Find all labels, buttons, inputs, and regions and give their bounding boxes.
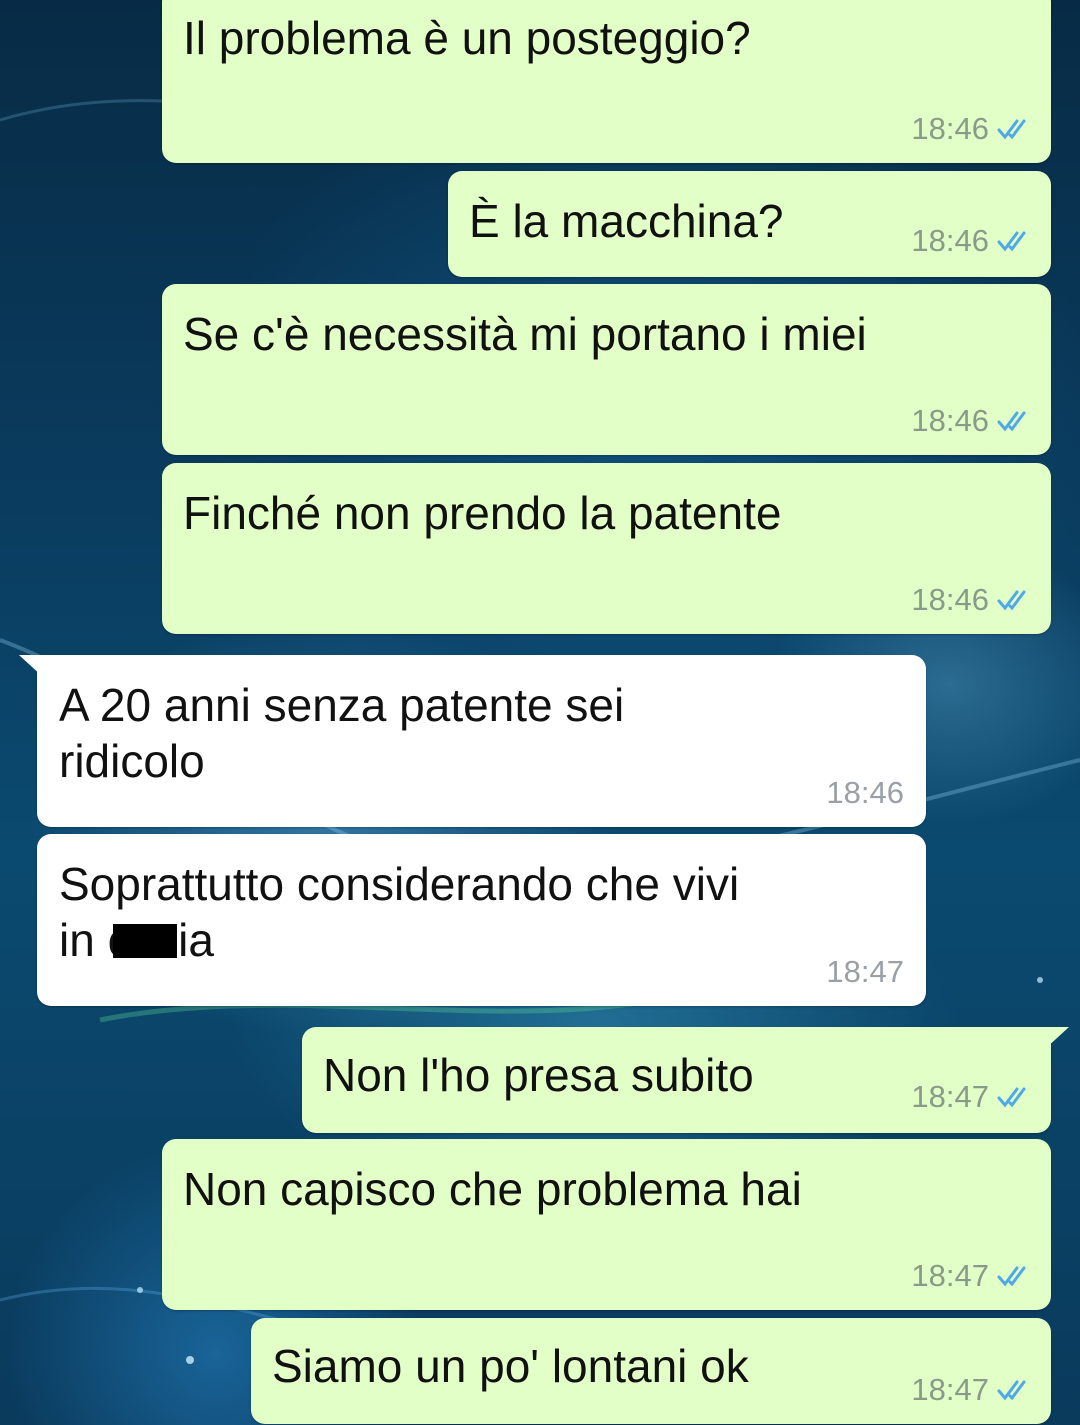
message-time: 18:46	[911, 223, 989, 258]
message-bubble-incoming[interactable]: Soprattutto considerando che vivi in cni…	[37, 834, 926, 1006]
message-meta: 18:47	[911, 1079, 1029, 1115]
message-meta: 18:47	[826, 954, 904, 990]
message-bubble-outgoing[interactable]: Se c'è necessità mi portano i miei 18:46	[162, 284, 1051, 455]
double-check-icon	[997, 1380, 1026, 1401]
message-text: Siamo un po' lontani ok	[272, 1340, 749, 1392]
message-time: 18:47	[911, 1079, 989, 1114]
message-time: 18:46	[911, 111, 989, 146]
message-text: Soprattutto considerando che vivi in cni…	[59, 856, 739, 968]
message-meta: 18:46	[826, 775, 904, 811]
message-meta: 18:46	[911, 223, 1029, 259]
message-text: Se c'è necessità mi portano i miei	[183, 308, 867, 360]
message-text: Non capisco che problema hai	[183, 1163, 802, 1215]
message-meta: 18:46	[911, 403, 1029, 439]
message-bubble-outgoing[interactable]: Finché non prendo la patente 18:46	[162, 463, 1051, 634]
redaction-block	[112, 924, 177, 958]
double-check-icon	[997, 1266, 1026, 1287]
message-time: 18:46	[911, 582, 989, 617]
bubble-tail	[1045, 1027, 1069, 1049]
message-text: Il problema è un posteggio?	[183, 12, 751, 64]
message-text: Non l'ho presa subito	[323, 1049, 754, 1101]
message-meta: 18:46	[911, 111, 1029, 147]
message-text: È la macchina?	[469, 195, 784, 247]
message-time: 18:47	[826, 954, 904, 989]
bubble-tail	[19, 655, 43, 677]
message-time: 18:47	[911, 1372, 989, 1407]
message-meta: 18:47	[911, 1258, 1029, 1294]
message-bubble-outgoing[interactable]: Non capisco che problema hai 18:47	[162, 1139, 1051, 1310]
double-check-icon	[997, 590, 1026, 611]
message-time: 18:46	[911, 403, 989, 438]
double-check-icon	[997, 411, 1026, 432]
message-time: 18:47	[911, 1258, 989, 1293]
message-meta: 18:47	[911, 1372, 1029, 1408]
message-bubble-outgoing[interactable]: È la macchina? 18:46	[448, 171, 1051, 277]
message-bubble-incoming[interactable]: A 20 anni senza patente sei ridicolo 18:…	[19, 655, 926, 827]
message-bubble-outgoing[interactable]: Non l'ho presa subito 18:47	[302, 1027, 1069, 1133]
message-text: A 20 anni senza patente sei ridicolo	[59, 679, 625, 787]
message-meta: 18:46	[911, 582, 1029, 618]
double-check-icon	[997, 231, 1026, 252]
double-check-icon	[997, 1087, 1026, 1108]
message-bubble-outgoing[interactable]: Il problema è un posteggio? 18:46	[162, 0, 1051, 163]
message-time: 18:46	[826, 775, 904, 810]
message-bubble-outgoing[interactable]: Siamo un po' lontani ok 18:47	[251, 1318, 1051, 1424]
message-text: Finché non prendo la patente	[183, 487, 782, 539]
double-check-icon	[997, 119, 1026, 140]
